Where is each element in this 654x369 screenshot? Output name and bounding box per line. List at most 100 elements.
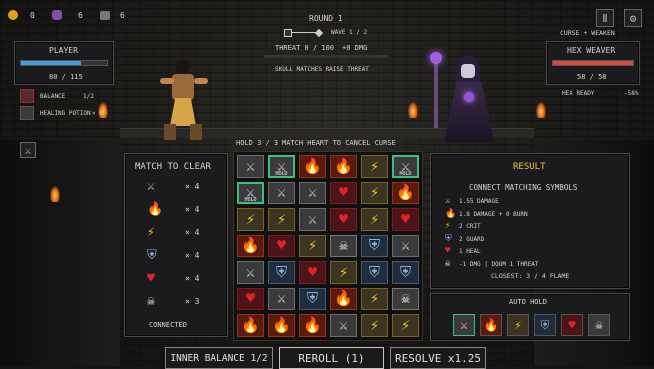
auto-hold-toggle-fire[interactable]: 🔥 — [480, 314, 502, 336]
sword-icon: ⚔ — [276, 289, 287, 308]
tile-fire[interactable]: 🔥 — [236, 233, 265, 258]
tile-fire[interactable]: 🔥 — [236, 313, 265, 338]
auto-hold-title: AUTO HOLD — [509, 298, 547, 306]
fire-icon: 🔥 — [303, 156, 322, 175]
shield-icon: ⛨ — [368, 262, 381, 281]
dmg-label: +0 DMG — [342, 44, 368, 52]
bolt-icon: ⚡ — [400, 315, 411, 334]
tile-fire[interactable]: 🔥 — [298, 154, 327, 179]
round-label: ROUND 1 — [309, 14, 343, 23]
sword-icon: ⚔ — [338, 315, 349, 334]
tile-skull[interactable]: ☠ — [391, 286, 420, 311]
tile-shield[interactable]: ⛨ — [360, 233, 389, 258]
tile-shield[interactable]: ⛨ — [298, 286, 327, 311]
skull-icon: ☠ — [147, 294, 155, 309]
tile-fire[interactable]: 🔥 — [298, 313, 327, 338]
board-hint: MATCH HEART TO CANCEL CURSE — [282, 139, 396, 147]
tile-shield[interactable]: ⛨ — [391, 260, 420, 285]
heart-icon: ♥ — [307, 262, 318, 281]
potion-label: HEALING POTION — [40, 110, 91, 117]
tile-sword[interactable]: ⚔ HOLD — [267, 154, 296, 179]
heart-icon: ♥ — [147, 271, 155, 286]
tile-sword[interactable]: ⚔ HOLD — [391, 154, 420, 179]
tile-heart[interactable]: ♥ — [391, 207, 420, 232]
tile-sword[interactable]: ⚔ — [298, 207, 327, 232]
tile-sword[interactable]: ⚔ — [267, 286, 296, 311]
fire-icon: 🔥 — [396, 183, 415, 202]
tile-heart[interactable]: ♥ — [298, 260, 327, 285]
tile-heart[interactable]: ♥ — [267, 233, 296, 258]
sword-icon: ⚔ — [276, 183, 287, 202]
result-text: 1.55 DAMAGE — [459, 198, 499, 205]
fire-icon: 🔥 — [334, 289, 353, 308]
tile-sword[interactable]: ⚔ — [298, 180, 327, 205]
auto-hold-toggle-shield[interactable]: ⛨ — [534, 314, 556, 336]
tile-fire[interactable]: 🔥 — [329, 286, 358, 311]
tile-bolt[interactable]: ⚡ — [267, 207, 296, 232]
tile-bolt[interactable]: ⚡ — [391, 313, 420, 338]
bolt-icon: ⚡ — [338, 262, 349, 281]
sword-skill-button[interactable]: ⚔ — [20, 142, 36, 158]
gem-count: 6 — [78, 11, 83, 20]
match-count: × 4 — [185, 228, 200, 237]
ore-icon — [100, 11, 110, 20]
tile-fire[interactable]: 🔥 — [329, 154, 358, 179]
tile-heart[interactable]: ♥ — [329, 207, 358, 232]
tile-sword[interactable]: ⚔ — [329, 313, 358, 338]
result-row-fire: 🔥 1.8 DAMAGE + 0 BURN — [441, 209, 621, 221]
tile-bolt[interactable]: ⚡ — [329, 260, 358, 285]
tile-heart[interactable]: ♥ — [329, 180, 358, 205]
tile-shield[interactable]: ⛨ — [360, 260, 389, 285]
bolt-icon: ⚡ — [514, 318, 522, 332]
bolt-icon: ⚡ — [245, 209, 256, 228]
skull-icon: ☠ — [338, 236, 349, 255]
match-title: MATCH TO CLEAR — [135, 162, 211, 172]
skull-icon: ☠ — [400, 289, 411, 308]
tile-sword[interactable]: ⚔ — [236, 260, 265, 285]
sword-icon: ⚔ — [245, 156, 256, 175]
shield-icon: ⛨ — [368, 236, 381, 255]
enemy-status: HEX READY — [562, 90, 595, 97]
balance-value: 1/2 — [83, 93, 94, 100]
tile-bolt[interactable]: ⚡ — [298, 233, 327, 258]
tile-bolt[interactable]: ⚡ — [360, 207, 389, 232]
shield-icon: ⛨ — [540, 318, 550, 332]
settings-gear-icon[interactable]: ⚙ — [624, 9, 642, 27]
tile-bolt[interactable]: ⚡ — [360, 313, 389, 338]
tile-heart[interactable]: ♥ — [236, 286, 265, 311]
sword-icon: ⚔ — [460, 318, 468, 332]
tile-sword[interactable]: ⚔ — [267, 180, 296, 205]
auto-hold-toggle-heart[interactable]: ♥ — [561, 314, 583, 336]
bolt-icon: ⚡ — [445, 221, 451, 231]
tile-fire[interactable]: 🔥 — [267, 313, 296, 338]
match-to-clear-panel: MATCH TO CLEAR ⚔ × 4 🔥 × 4 ⚡ × 4 ⛨ × 4 ♥ × 4 ☠ × 3 … — [124, 153, 228, 337]
auto-hold-toggle-sword[interactable]: ⚔ — [453, 314, 475, 336]
fire-icon: 🔥 — [147, 202, 164, 217]
threat-bar — [264, 55, 388, 58]
match-row-fire: 🔥 × 4 — [125, 201, 229, 221]
coin-count: 0 — [30, 11, 35, 20]
match-row-heart: ♥ × 4 — [125, 270, 229, 290]
result-text: 2 GUARD — [459, 235, 485, 243]
fire-icon: 🔥 — [241, 315, 260, 334]
tile-bolt[interactable]: ⚡ — [236, 207, 265, 232]
match-board[interactable]: ⚔ ⚔ HOLD 🔥 🔥 ⚡ ⚔ HOLD ⚔ HOLD ⚔ ⚔ ♥ ⚡ 🔥 ⚡ ⚡ ⚔ ♥ ⚡ ♥ 🔥 ♥ ⚡ ☠ ⛨ ⚔ ⚔ ⛨ ♥ ⚡… — [233, 151, 423, 341]
sword-icon: ⚔ — [445, 196, 451, 206]
tile-sword[interactable]: ⚔ — [236, 154, 265, 179]
tile-fire[interactable]: 🔥 — [391, 180, 420, 205]
bolt-icon: ⚡ — [369, 156, 380, 175]
tile-skull[interactable]: ☠ — [329, 233, 358, 258]
sword-icon: ⚔ — [307, 183, 318, 202]
tile-bolt[interactable]: ⚡ — [360, 154, 389, 179]
tile-sword[interactable]: ⚔ HOLD — [236, 180, 265, 205]
tile-bolt[interactable]: ⚡ — [360, 286, 389, 311]
fire-icon: 🔥 — [272, 315, 291, 334]
auto-hold-toggle-skull[interactable]: ☠ — [588, 314, 610, 336]
auto-hold-toggle-bolt[interactable]: ⚡ — [507, 314, 529, 336]
threat-label: THREAT 0 / 100 — [275, 44, 335, 52]
tile-bolt[interactable]: ⚡ — [360, 180, 389, 205]
tile-sword[interactable]: ⚔ — [391, 233, 420, 258]
pause-button[interactable]: Ⅱ — [596, 9, 614, 27]
tile-shield[interactable]: ⛨ — [267, 260, 296, 285]
shield-icon: ⛨ — [275, 262, 288, 281]
